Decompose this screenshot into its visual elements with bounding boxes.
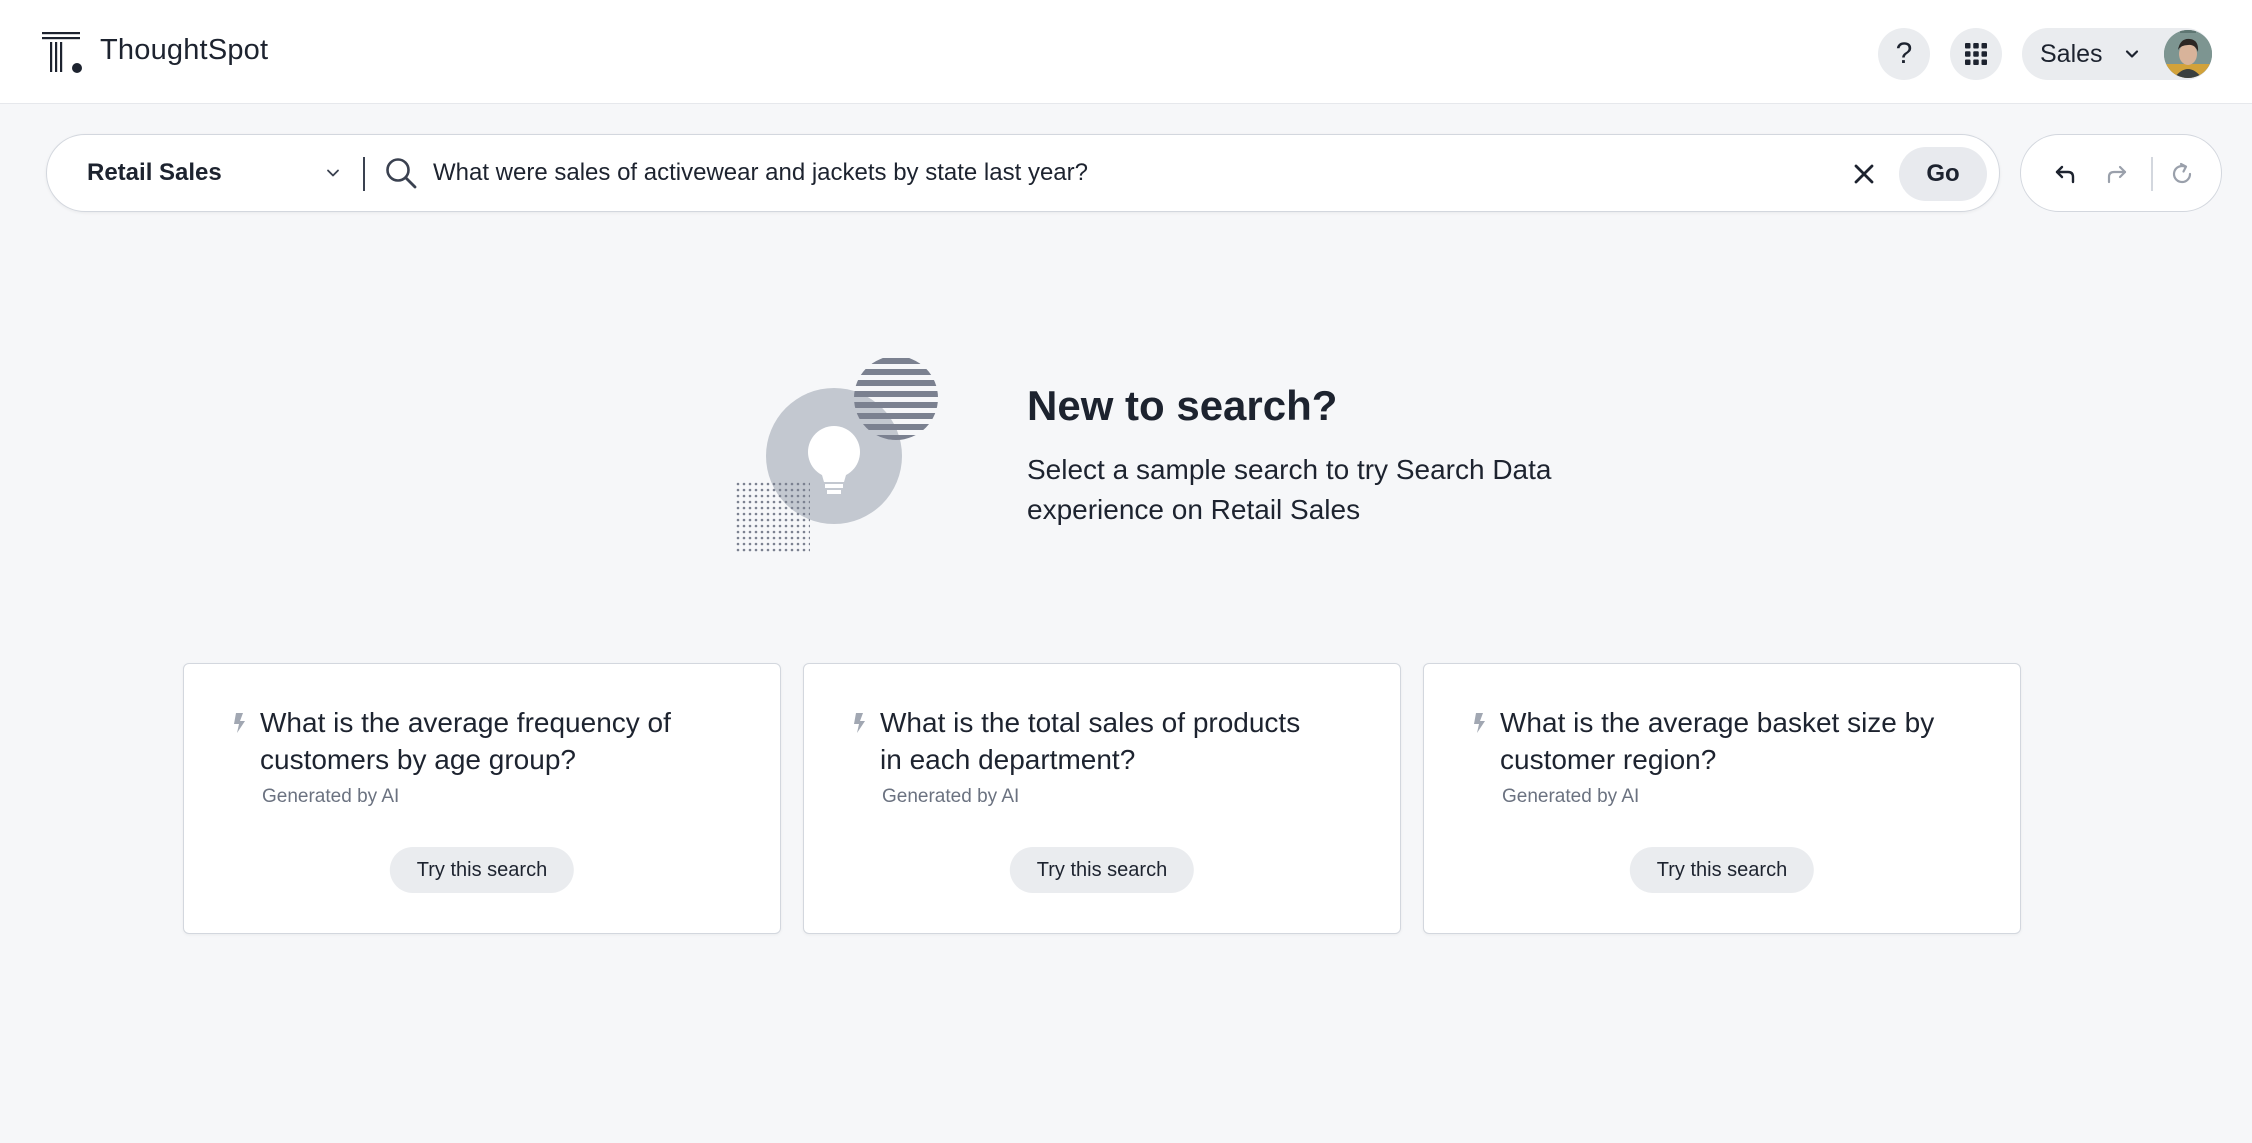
sample-question: What is the average frequency of custome… bbox=[260, 707, 671, 775]
lightning-icon bbox=[234, 713, 245, 733]
search-bar: Retail Sales Go bbox=[46, 134, 2000, 212]
search-input[interactable] bbox=[433, 155, 1833, 191]
undo-icon bbox=[2055, 165, 2075, 184]
divider bbox=[363, 157, 365, 191]
apps-button[interactable] bbox=[1950, 28, 2002, 80]
thoughtspot-logo-icon[interactable] bbox=[42, 32, 84, 74]
generated-by-label: Generated by AI bbox=[882, 786, 1020, 807]
reset-button[interactable] bbox=[2165, 157, 2199, 191]
sample-search-card: What is the average basket size by custo… bbox=[1423, 663, 2021, 934]
search-icon bbox=[386, 158, 417, 189]
help-icon: ? bbox=[1895, 37, 1913, 70]
sample-search-card: What is the total sales of products in e… bbox=[803, 663, 1401, 934]
history-controls bbox=[2020, 134, 2222, 212]
clear-search-button[interactable] bbox=[1847, 157, 1881, 191]
org-label: Sales bbox=[2040, 40, 2103, 68]
generated-by-label: Generated by AI bbox=[1502, 786, 1640, 807]
hero-title: New to search? bbox=[1027, 382, 1338, 429]
chevron-down-icon bbox=[327, 169, 339, 177]
undo-button[interactable] bbox=[2049, 157, 2083, 191]
go-button[interactable]: Go bbox=[1899, 147, 1987, 201]
redo-button[interactable] bbox=[2099, 157, 2133, 191]
sample-question: What is the average basket size by custo… bbox=[1500, 707, 1935, 775]
help-button[interactable]: ? bbox=[1878, 28, 1930, 80]
close-icon bbox=[1854, 164, 1874, 184]
sample-question: What is the total sales of products in e… bbox=[880, 707, 1301, 775]
divider bbox=[2151, 157, 2153, 191]
org-switcher[interactable]: Sales bbox=[2022, 28, 2212, 80]
apps-grid-icon bbox=[1965, 43, 1987, 65]
hero-subtitle: Select a sample search to try Search Dat… bbox=[1027, 454, 1552, 525]
redo-icon bbox=[2107, 165, 2127, 184]
lightning-icon bbox=[854, 713, 865, 733]
try-search-button[interactable]: Try this search bbox=[389, 847, 575, 893]
lightning-icon bbox=[1474, 713, 1485, 733]
lightbulb-illustration bbox=[736, 358, 938, 554]
top-navigation-bar: ThoughtSpot ? Sales bbox=[0, 0, 2252, 104]
data-source-label: Retail Sales bbox=[87, 159, 222, 186]
reset-icon bbox=[2172, 162, 2192, 184]
chevron-down-icon bbox=[2125, 50, 2139, 58]
try-search-button[interactable]: Try this search bbox=[1009, 847, 1195, 893]
brand-name: ThoughtSpot bbox=[100, 34, 269, 66]
sample-search-card: What is the average frequency of custome… bbox=[183, 663, 781, 934]
generated-by-label: Generated by AI bbox=[262, 786, 400, 807]
try-search-button[interactable]: Try this search bbox=[1629, 847, 1815, 893]
user-avatar[interactable] bbox=[2164, 30, 2212, 78]
